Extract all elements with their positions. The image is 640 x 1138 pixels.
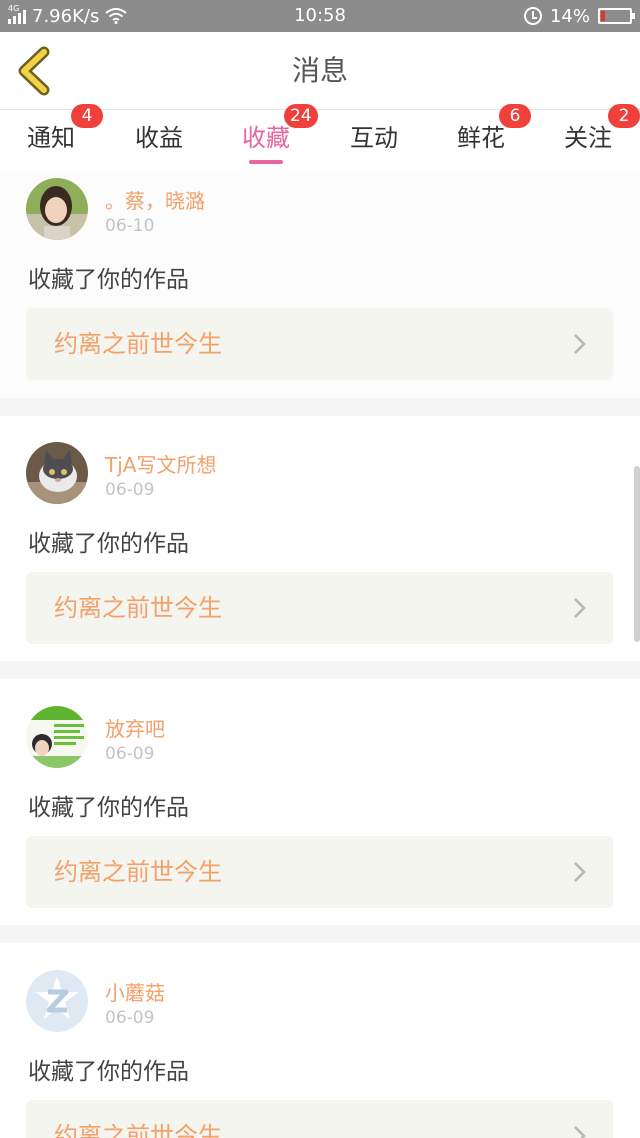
avatar[interactable] — [26, 706, 88, 768]
work-title: 约离之前世今生 — [54, 858, 222, 886]
action-text: 收藏了你的作品 — [28, 1059, 189, 1085]
battery-icon — [598, 8, 635, 24]
cat-avatar-icon — [26, 442, 88, 504]
message-date: 06-10 — [105, 216, 155, 236]
tab-label: 关注 — [564, 124, 612, 152]
action-text: 收藏了你的作品 — [28, 795, 189, 821]
page-title: 消息 — [291, 54, 348, 87]
favorite-card: TjA写文所想 06-09 收藏了你的作品 约离之前世今生 — [0, 416, 640, 661]
tab-interaction[interactable]: 互动 — [334, 110, 414, 172]
default-z-avatar-icon — [26, 970, 88, 1032]
avatar[interactable] — [26, 178, 88, 240]
avatar[interactable] — [26, 970, 88, 1032]
tab-badge: 2 — [608, 104, 640, 128]
favorite-card: 放弃吧 06-09 收藏了你的作品 约离之前世今生 — [0, 679, 640, 925]
work-link[interactable]: 约离之前世今生 — [26, 836, 613, 908]
favorite-card: 小蘑菇 06-09 收藏了你的作品 约离之前世今生 — [0, 943, 640, 1138]
message-feed[interactable]: 。蔡，晓潞 06-10 收藏了你的作品 约离之前世今生 TjA写文所想 06-0… — [0, 172, 640, 1138]
work-link[interactable]: 约离之前世今生 — [26, 308, 613, 380]
action-text: 收藏了你的作品 — [28, 531, 189, 557]
work-title: 约离之前世今生 — [54, 594, 222, 622]
header: 消息 — [0, 32, 640, 110]
status-bar: 4G 7.96K/s 10:58 14% — [0, 0, 640, 32]
green-poster-avatar-icon — [26, 706, 88, 768]
active-tab-indicator — [249, 160, 283, 164]
favorite-card: 。蔡，晓潞 06-10 收藏了你的作品 约离之前世今生 — [0, 172, 640, 398]
work-title: 约离之前世今生 — [54, 330, 222, 358]
tab-badge: 24 — [284, 104, 318, 128]
work-title: 约离之前世今生 — [54, 1122, 222, 1138]
tab-label: 互动 — [350, 124, 398, 152]
tab-badge: 6 — [499, 104, 531, 128]
tab-favorites[interactable]: 收藏 24 — [226, 104, 318, 172]
tab-notice[interactable]: 通知 4 — [11, 104, 103, 172]
avatar[interactable] — [26, 442, 88, 504]
chevron-right-icon — [574, 598, 586, 618]
tab-bar: 通知 4 收益 收藏 24 互动 鲜花 6 关注 2 — [0, 104, 640, 172]
chevron-right-icon — [574, 1126, 586, 1138]
tab-follow[interactable]: 关注 2 — [548, 104, 640, 172]
scrollbar[interactable] — [634, 466, 640, 642]
tab-label: 收藏 — [242, 124, 290, 152]
status-right: 14% — [523, 0, 635, 32]
tab-flowers[interactable]: 鲜花 6 — [441, 104, 531, 172]
battery-percent: 14% — [549, 5, 590, 27]
tab-label: 通知 — [27, 124, 75, 152]
user-name[interactable]: 放弃吧 — [105, 713, 165, 742]
chevron-right-icon — [574, 862, 586, 882]
user-name[interactable]: 。蔡，晓潞 — [105, 185, 205, 214]
chevron-right-icon — [574, 334, 586, 354]
alarm-icon — [523, 7, 542, 25]
message-date: 06-09 — [105, 1008, 155, 1028]
work-link[interactable]: 约离之前世今生 — [26, 572, 613, 644]
user-name[interactable]: TjA写文所想 — [105, 449, 216, 478]
tab-label: 收益 — [135, 124, 183, 152]
tab-badge: 4 — [71, 104, 103, 128]
user-name[interactable]: 小蘑菇 — [105, 977, 165, 1006]
work-link[interactable]: 约离之前世今生 — [26, 1100, 613, 1138]
message-date: 06-09 — [105, 480, 155, 500]
tab-earnings[interactable]: 收益 — [119, 110, 199, 172]
action-text: 收藏了你的作品 — [28, 267, 189, 293]
tab-label: 鲜花 — [457, 124, 505, 152]
woman-avatar-icon — [26, 178, 88, 240]
message-date: 06-09 — [105, 744, 155, 764]
